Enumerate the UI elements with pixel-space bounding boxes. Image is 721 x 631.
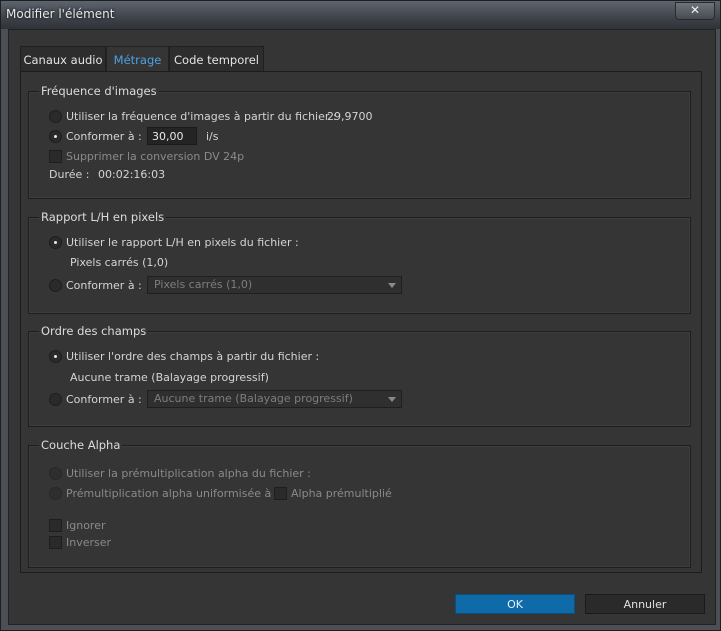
use-file-frame-rate-radio[interactable]: [49, 110, 62, 123]
field-order-title: Ordre des champs: [39, 324, 149, 338]
use-file-pixel-aspect-radio[interactable]: [49, 236, 62, 249]
title-bar: Modifier l'élément ✕: [1, 1, 720, 29]
frame-rate-unit: i/s: [206, 130, 219, 143]
alpha-group: [28, 445, 691, 568]
conform-field-order-label: Conformer à :: [66, 393, 142, 406]
uniform-alpha-radio[interactable]: [49, 487, 62, 500]
use-file-alpha-label: Utiliser la prémultiplication alpha du f…: [66, 467, 311, 480]
frame-rate-input[interactable]: [147, 127, 197, 145]
cancel-button[interactable]: Annuler: [585, 594, 705, 614]
tab-footage[interactable]: Métrage: [106, 46, 169, 71]
ignore-alpha-checkbox[interactable]: [49, 519, 62, 532]
ignore-alpha-label: Ignorer: [66, 519, 106, 532]
pixel-aspect-title: Rapport L/H en pixels: [39, 210, 167, 224]
dialog-window: Modifier l'élément ✕ Canaux audio Métrag…: [0, 0, 721, 631]
file-pixel-aspect-value: Pixels carrés (1,0): [70, 256, 169, 269]
conform-frame-rate-radio[interactable]: [49, 130, 62, 143]
premultiplied-checkbox[interactable]: [274, 487, 287, 500]
file-field-order-value: Aucune trame (Balayage progressif): [70, 371, 269, 384]
use-file-frame-rate-label: Utiliser la fréquence d'images à partir …: [66, 110, 337, 123]
frame-rate-title: Fréquence d'images: [39, 84, 159, 98]
dialog-body: Canaux audio Métrage Code temporel Fréqu…: [8, 29, 716, 625]
close-button[interactable]: ✕: [675, 2, 715, 20]
close-icon: ✕: [689, 3, 701, 17]
premultiplied-label: Alpha prémultiplié: [291, 487, 392, 500]
uniform-alpha-label: Prémultiplication alpha uniformisée à :: [66, 487, 279, 500]
use-file-pixel-aspect-label: Utiliser le rapport L/H en pixels du fic…: [66, 236, 299, 249]
tab-timecode[interactable]: Code temporel: [169, 46, 264, 71]
use-file-field-order-label: Utiliser l'ordre des champs à partir du …: [66, 350, 320, 363]
invert-alpha-checkbox[interactable]: [49, 536, 62, 549]
duration-value: 00:02:16:03: [98, 168, 166, 181]
conform-pixel-aspect-radio[interactable]: [49, 279, 62, 292]
chevron-down-icon: [388, 397, 396, 402]
pixel-aspect-selected: Pixels carrés (1,0): [154, 278, 253, 291]
invert-alpha-label: Inverser: [66, 536, 112, 549]
tab-audio-channels[interactable]: Canaux audio: [20, 46, 106, 71]
window-title: Modifier l'élément: [6, 7, 115, 21]
conform-frame-rate-label: Conformer à :: [66, 130, 142, 143]
file-frame-rate-value: 29,9700: [327, 110, 373, 123]
alpha-title: Couche Alpha: [39, 438, 123, 452]
use-file-alpha-radio[interactable]: [49, 467, 62, 480]
field-order-dropdown[interactable]: Aucune trame (Balayage progressif): [147, 390, 402, 408]
remove-pulldown-checkbox[interactable]: [49, 150, 62, 163]
chevron-down-icon: [388, 283, 396, 288]
pixel-aspect-dropdown[interactable]: Pixels carrés (1,0): [147, 276, 402, 294]
field-order-selected: Aucune trame (Balayage progressif): [154, 392, 353, 405]
remove-pulldown-label: Supprimer la conversion DV 24p: [66, 150, 245, 163]
duration-label: Durée :: [49, 168, 90, 181]
frame-rate-group: [28, 91, 691, 199]
ok-button[interactable]: OK: [455, 594, 575, 614]
use-file-field-order-radio[interactable]: [49, 350, 62, 363]
conform-pixel-aspect-label: Conformer à :: [66, 279, 142, 292]
conform-field-order-radio[interactable]: [49, 393, 62, 406]
